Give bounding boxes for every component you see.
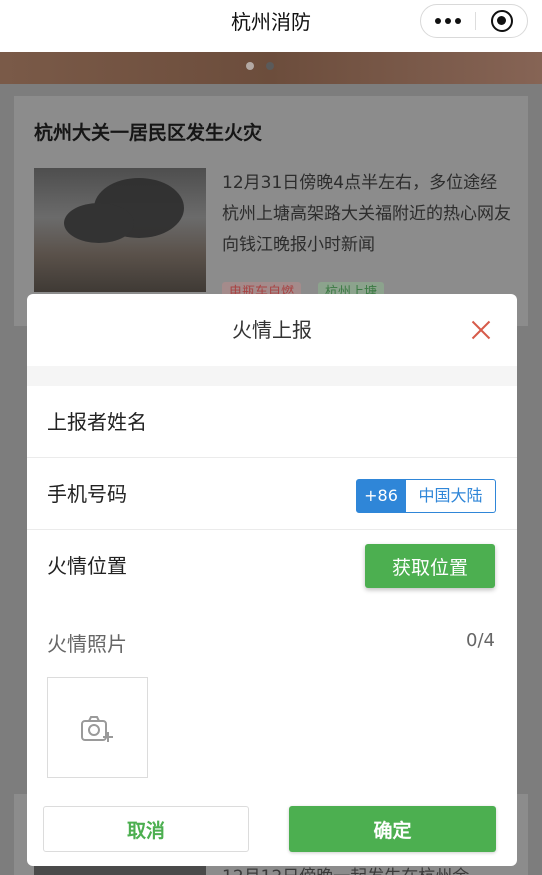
news-summary: 12月31日傍晚4点半左右，多位途经杭州上塘高架路大关福附近的热心网友向钱江晚报… — [222, 173, 511, 255]
confirm-button[interactable]: 确定 — [289, 806, 496, 852]
location-label: 火情位置 — [47, 554, 127, 578]
top-nav-bar: 杭州消防 — [0, 0, 542, 52]
target-close-icon[interactable] — [491, 10, 513, 32]
photo-label: 火情照片 — [47, 632, 127, 656]
camera-add-icon — [81, 716, 113, 742]
country-code-selector: +86 中国大陆 — [356, 479, 496, 513]
more-dots-icon[interactable] — [421, 5, 475, 37]
banner-image — [0, 52, 542, 84]
dialog-title: 火情上报 — [232, 318, 312, 342]
region-button[interactable]: 中国大陆 — [406, 479, 496, 513]
smoke-shape — [64, 203, 134, 243]
news-title: 杭州大关一居民区发生火灾 — [34, 122, 263, 144]
banner-dot-active — [266, 62, 274, 70]
banner-dot — [246, 62, 254, 70]
reporter-name-input[interactable] — [177, 400, 497, 444]
news-thumbnail — [34, 168, 206, 292]
reporter-name-row: 上报者姓名 — [27, 386, 517, 458]
add-photo-button[interactable] — [47, 677, 148, 778]
cancel-button[interactable]: 取消 — [43, 806, 249, 852]
phone-row: 手机号码 +86 中国大陆 — [27, 458, 517, 530]
capsule-divider — [475, 12, 476, 30]
photo-count: 0/4 — [466, 630, 495, 651]
location-row: 火情位置 获取位置 — [27, 530, 517, 602]
phone-input[interactable] — [177, 472, 347, 516]
mini-program-capsule — [420, 4, 528, 38]
section-gap — [27, 366, 517, 386]
close-icon[interactable] — [469, 318, 493, 342]
phone-label: 手机号码 — [47, 482, 127, 506]
country-code-button[interactable]: +86 — [356, 479, 406, 513]
fire-report-dialog: 火情上报 上报者姓名 手机号码 +86 中国大陆 火情位置 获取位置 火情照片 … — [27, 294, 517, 866]
reporter-name-label: 上报者姓名 — [47, 410, 147, 434]
get-location-button[interactable]: 获取位置 — [365, 544, 495, 588]
